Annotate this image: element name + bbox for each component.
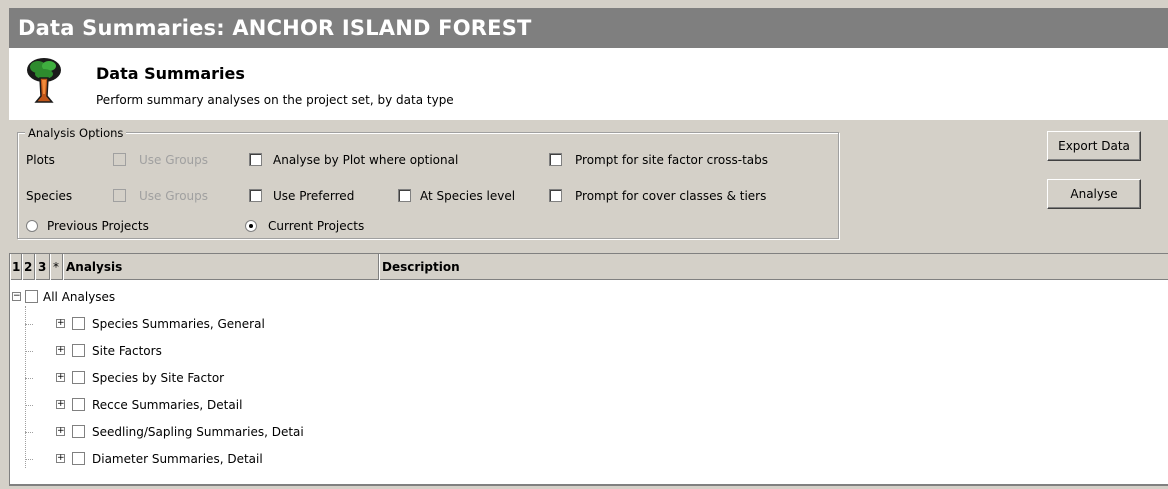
header-subtitle: Perform summary analyses on the project …	[96, 93, 454, 107]
expand-icon[interactable]: +	[56, 319, 65, 328]
species-use-groups-label: Use Groups	[139, 189, 209, 203]
export-data-button[interactable]: Export Data	[1047, 131, 1141, 161]
column-header-2[interactable]: 2	[22, 254, 35, 280]
prompt-cover-checkbox[interactable]	[549, 189, 562, 202]
use-preferred-checkbox[interactable]	[249, 189, 262, 202]
tree-checkbox[interactable]	[72, 425, 85, 438]
prompt-cover-label: Prompt for cover classes & tiers	[575, 189, 767, 203]
column-header-analysis[interactable]: Analysis	[63, 254, 379, 280]
tree-label: Seedling/Sapling Summaries, Detai	[92, 425, 304, 439]
tree-checkbox[interactable]	[72, 344, 85, 357]
tree-label: Site Factors	[92, 344, 162, 358]
analysis-tree-grid[interactable]: 1 2 3 * Analysis Description − All Analy…	[9, 253, 1168, 485]
tree-label: All Analyses	[43, 290, 116, 304]
analyse-by-plot-checkbox[interactable]	[249, 153, 262, 166]
analysis-options-legend: Analysis Options	[25, 126, 127, 140]
column-header-3[interactable]: 3	[35, 254, 50, 280]
tree-row[interactable]: + Diameter Summaries, Detail	[10, 450, 410, 468]
header-panel: Data Summaries Perform summary analyses …	[9, 48, 1168, 120]
tree-connector	[25, 459, 33, 460]
prompt-site-factor-checkbox[interactable]	[549, 153, 562, 166]
plots-use-groups-checkbox[interactable]	[113, 153, 126, 166]
species-use-groups-checkbox[interactable]	[113, 189, 126, 202]
plots-use-groups-label: Use Groups	[139, 153, 209, 167]
expand-icon[interactable]: +	[56, 427, 65, 436]
tree-connector	[25, 378, 33, 379]
previous-projects-label: Previous Projects	[47, 219, 149, 233]
column-header-1[interactable]: 1	[10, 254, 22, 280]
window-title: Data Summaries: ANCHOR ISLAND FOREST	[9, 8, 1168, 48]
analyse-by-plot-label: Analyse by Plot where optional	[273, 153, 459, 167]
tree-connector	[25, 324, 33, 325]
tree-checkbox[interactable]	[72, 398, 85, 411]
tree-label: Diameter Summaries, Detail	[92, 452, 263, 466]
tree-row[interactable]: + Recce Summaries, Detail	[10, 396, 410, 414]
header-title: Data Summaries	[96, 64, 245, 83]
prompt-site-factor-label: Prompt for site factor cross-tabs	[575, 153, 769, 167]
column-header-star[interactable]: *	[50, 254, 63, 280]
collapse-icon[interactable]: −	[12, 292, 21, 301]
tree-connector	[25, 351, 33, 352]
plots-label: Plots	[26, 153, 55, 167]
at-species-level-checkbox[interactable]	[398, 189, 411, 202]
analyse-button[interactable]: Analyse	[1047, 179, 1141, 209]
tree-checkbox[interactable]	[25, 290, 38, 303]
tree-row[interactable]: + Site Factors	[10, 342, 410, 360]
grid-bottom-border	[9, 484, 1168, 486]
tree-connector	[25, 432, 33, 433]
tree-label: Species by Site Factor	[92, 371, 225, 385]
use-preferred-label: Use Preferred	[273, 189, 355, 203]
previous-projects-radio[interactable]	[26, 220, 38, 232]
column-header-description[interactable]: Description	[379, 254, 1168, 280]
expand-icon[interactable]: +	[56, 373, 65, 382]
tree-icon	[27, 58, 61, 103]
species-label: Species	[26, 189, 73, 203]
expand-icon[interactable]: +	[56, 454, 65, 463]
tree-checkbox[interactable]	[72, 317, 85, 330]
tree-checkbox[interactable]	[72, 452, 85, 465]
current-projects-label: Current Projects	[268, 219, 365, 233]
tree-label: Recce Summaries, Detail	[92, 398, 243, 412]
at-species-level-label: At Species level	[420, 189, 516, 203]
tree-label: Species Summaries, General	[92, 317, 265, 331]
expand-icon[interactable]: +	[56, 400, 65, 409]
tree-row-root[interactable]: − All Analyses	[10, 288, 410, 306]
tree-checkbox[interactable]	[72, 371, 85, 384]
grid-header: 1 2 3 * Analysis Description	[10, 254, 1168, 280]
expand-icon[interactable]: +	[56, 346, 65, 355]
tree-row[interactable]: + Species Summaries, General	[10, 315, 410, 333]
tree-connector	[25, 405, 33, 406]
current-projects-radio[interactable]	[245, 220, 257, 232]
tree-row[interactable]: + Seedling/Sapling Summaries, Detai	[10, 423, 410, 441]
tree-row[interactable]: + Species by Site Factor	[10, 369, 410, 387]
